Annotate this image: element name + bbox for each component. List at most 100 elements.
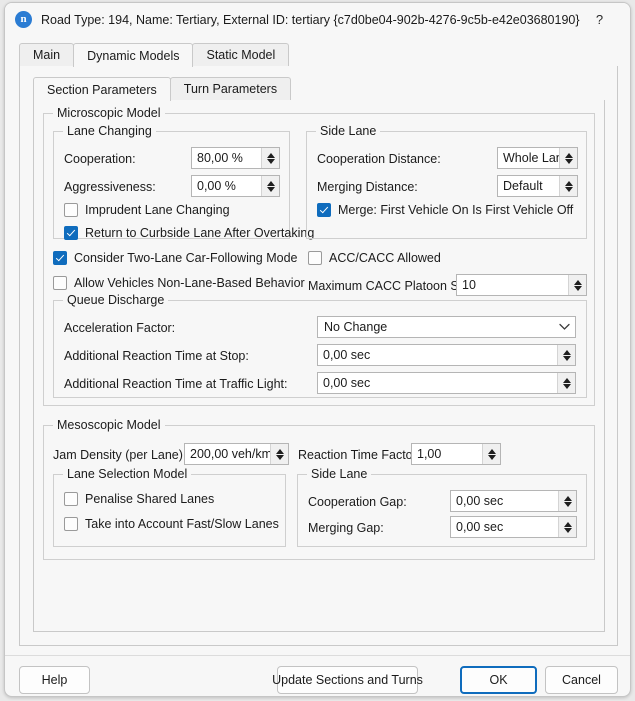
cancel-button[interactable]: Cancel — [545, 666, 618, 694]
checkbox-acc-cacc-allowed[interactable]: ACC/CACC Allowed — [308, 251, 441, 265]
reaction-time-traffic-light-spinner[interactable] — [557, 373, 575, 393]
cooperation-distance-value: Whole Lane — [503, 151, 559, 165]
acceleration-factor-select[interactable]: No Change — [317, 316, 576, 338]
ok-button[interactable]: OK — [460, 666, 537, 694]
reaction-time-stop-input[interactable]: 0,00 sec — [317, 344, 576, 366]
title-bar: n Road Type: 194, Name: Tertiary, Extern… — [5, 3, 630, 36]
jam-density-label: Jam Density (per Lane): — [53, 448, 187, 462]
checkbox-label: Imprudent Lane Changing — [85, 203, 230, 217]
checkbox-label: Take into Account Fast/Slow Lanes — [85, 517, 279, 531]
reaction-time-stop-value: 0,00 sec — [323, 348, 371, 362]
update-sections-and-turns-button[interactable]: Update Sections and Turns — [272, 666, 423, 694]
reaction-time-stop-label: Additional Reaction Time at Stop: — [64, 349, 249, 363]
checkbox-box — [64, 203, 78, 217]
checkbox-box — [308, 251, 322, 265]
reaction-time-traffic-light-input[interactable]: 0,00 sec — [317, 372, 576, 394]
help-button-footer[interactable]: Help — [19, 666, 90, 694]
tab-section-parameters[interactable]: Section Parameters — [33, 77, 171, 101]
checkbox-label: Allow Vehicles Non-Lane-Based Behavior — [74, 276, 305, 290]
tab-dynamic-models[interactable]: Dynamic Models — [73, 43, 194, 67]
cooperation-gap-label: Cooperation Gap: — [308, 495, 407, 509]
acceleration-factor-label: Acceleration Factor: — [64, 321, 176, 335]
checkbox-box — [53, 251, 67, 265]
checkbox-imprudent-lane-changing[interactable]: Imprudent Lane Changing — [64, 203, 286, 217]
merging-distance-value: Default — [503, 179, 543, 193]
checkbox-return-to-curbside-lane[interactable]: Return to Curbside Lane After Overtaking — [64, 226, 314, 240]
group-lane-changing-label: Lane Changing — [63, 124, 156, 138]
aggressiveness-spinner[interactable] — [261, 176, 279, 196]
cooperation-distance-input[interactable]: Whole Lane — [497, 147, 578, 169]
reaction-time-factor-value: 1,00 — [417, 447, 442, 461]
group-side-lane-microscopic-label: Side Lane — [316, 124, 381, 138]
merging-distance-label: Merging Distance: — [317, 180, 418, 194]
merging-distance-input[interactable]: Default — [497, 175, 578, 197]
reaction-time-traffic-light-label: Additional Reaction Time at Traffic Ligh… — [64, 377, 288, 391]
group-lane-changing: Lane Changing Cooperation: 80,00 % Aggre… — [53, 124, 314, 240]
merging-gap-label: Merging Gap: — [308, 521, 384, 535]
merging-distance-spinner[interactable] — [559, 176, 577, 196]
jam-density-spinner[interactable] — [270, 444, 288, 464]
cooperation-distance-spinner[interactable] — [559, 148, 577, 168]
jam-density-value: 200,00 veh/km — [190, 447, 270, 461]
aggressiveness-label: Aggressiveness: — [64, 180, 156, 194]
cooperation-value: 80,00 % — [197, 151, 243, 165]
aggressiveness-input[interactable]: 0,00 % — [191, 175, 280, 197]
cooperation-label: Cooperation: — [64, 152, 136, 166]
max-cacc-platoon-label: Maximum CACC Platoon Size: — [308, 279, 479, 293]
cooperation-input[interactable]: 80,00 % — [191, 147, 280, 169]
help-button[interactable]: ? — [580, 4, 620, 36]
checkbox-label: Consider Two-Lane Car-Following Mode — [74, 251, 298, 265]
group-mesoscopic-model-label: Mesoscopic Model — [53, 418, 165, 432]
app-icon: n — [15, 11, 32, 28]
group-side-lane-microscopic: Side Lane Cooperation Distance: Whole La… — [306, 124, 587, 239]
cooperation-spinner[interactable] — [261, 148, 279, 168]
checkbox-merge-first-vehicle[interactable]: Merge: First Vehicle On Is First Vehicle… — [317, 203, 573, 217]
group-side-lane-mesoscopic: Side Lane Cooperation Gap: 0,00 sec Merg… — [297, 467, 587, 547]
checkbox-fast-slow-lanes[interactable]: Take into Account Fast/Slow Lanes — [64, 517, 279, 531]
checkbox-consider-two-lane-car-following[interactable]: Consider Two-Lane Car-Following Mode — [53, 251, 298, 265]
cooperation-gap-value: 0,00 sec — [456, 494, 504, 508]
chevron-down-icon — [553, 323, 575, 331]
checkbox-box — [64, 226, 78, 240]
reaction-time-factor-label: Reaction Time Factor: — [298, 448, 421, 462]
close-icon[interactable]: ✕ — [620, 4, 630, 36]
reaction-time-traffic-light-value: 0,00 sec — [323, 376, 371, 390]
checkbox-label: Penalise Shared Lanes — [85, 492, 215, 506]
checkbox-box — [317, 203, 331, 217]
group-side-lane-mesoscopic-label: Side Lane — [307, 467, 372, 481]
cooperation-gap-spinner[interactable] — [558, 491, 576, 511]
footer-divider — [5, 655, 630, 656]
section-parameters-panel: Microscopic Model Lane Changing Cooperat… — [33, 100, 605, 632]
tab-main[interactable]: Main — [19, 43, 75, 66]
max-cacc-platoon-value: 10 — [462, 278, 476, 292]
tab-static-model[interactable]: Static Model — [192, 43, 290, 66]
checkbox-box — [64, 517, 78, 531]
checkbox-penalise-shared-lanes[interactable]: Penalise Shared Lanes — [64, 492, 214, 506]
group-queue-discharge: Queue Discharge Acceleration Factor: No … — [53, 293, 587, 398]
cooperation-distance-label: Cooperation Distance: — [317, 152, 441, 166]
aggressiveness-value: 0,00 % — [197, 179, 236, 193]
merging-gap-value: 0,00 sec — [456, 520, 504, 534]
jam-density-input[interactable]: 200,00 veh/km — [184, 443, 289, 465]
reaction-time-factor-spinner[interactable] — [482, 444, 500, 464]
checkbox-label: ACC/CACC Allowed — [329, 251, 441, 265]
checkbox-box — [53, 276, 67, 290]
max-cacc-platoon-spinner[interactable] — [568, 275, 586, 295]
group-queue-discharge-label: Queue Discharge — [63, 293, 169, 307]
reaction-time-factor-input[interactable]: 1,00 — [411, 443, 501, 465]
dialog-window: n Road Type: 194, Name: Tertiary, Extern… — [4, 2, 631, 697]
inner-tabstrip: Section Parameters Turn Parameters — [33, 77, 605, 101]
checkbox-label: Return to Curbside Lane After Overtaking — [85, 226, 315, 240]
reaction-time-stop-spinner[interactable] — [557, 345, 575, 365]
dynamic-models-panel: Section Parameters Turn Parameters Micro… — [19, 66, 618, 646]
window-title: Road Type: 194, Name: Tertiary, External… — [41, 12, 580, 27]
group-lane-selection-model: Lane Selection Model Penalise Shared Lan… — [53, 467, 286, 547]
group-lane-selection-model-label: Lane Selection Model — [63, 467, 192, 481]
checkbox-box — [64, 492, 78, 506]
merging-gap-spinner[interactable] — [558, 517, 576, 537]
cooperation-gap-input[interactable]: 0,00 sec — [450, 490, 577, 512]
merging-gap-input[interactable]: 0,00 sec — [450, 516, 577, 538]
max-cacc-platoon-input[interactable]: 10 — [456, 274, 587, 296]
tab-turn-parameters[interactable]: Turn Parameters — [169, 77, 292, 100]
checkbox-allow-non-lane-based-behavior[interactable]: Allow Vehicles Non-Lane-Based Behavior — [53, 276, 305, 290]
